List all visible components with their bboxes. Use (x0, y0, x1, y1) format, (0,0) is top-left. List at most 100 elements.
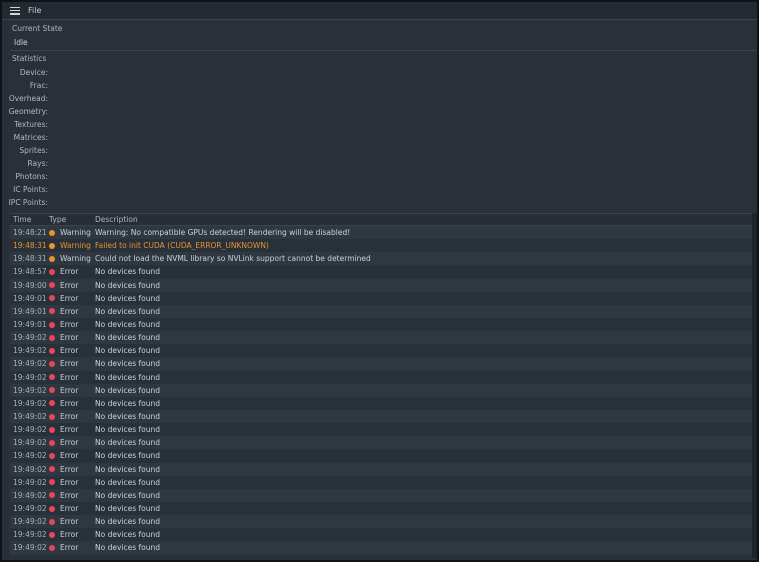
log-row[interactable]: 19:49:02 Error No devices found (10, 449, 757, 463)
error-icon (49, 452, 55, 459)
log-row[interactable]: 19:49:02 Error No devices found (10, 423, 757, 437)
log-row[interactable]: 19:49:01 Error No devices found (10, 317, 757, 332)
hamburger-menu-icon[interactable] (10, 6, 20, 15)
log-description: No devices found (95, 477, 161, 487)
menu-bar: File (2, 2, 757, 20)
current-state-value: Idle (14, 38, 28, 47)
log-type-label: Error (60, 320, 79, 330)
log-description: No devices found (95, 451, 161, 461)
error-icon (49, 321, 55, 328)
log-time: 19:49:02 (13, 425, 47, 435)
log-type: Error (46, 320, 93, 329)
log-row[interactable]: 20:10:24 Error No devices found (10, 554, 757, 558)
log-row[interactable]: 19:49:02 Error No devices found (10, 370, 757, 384)
log-row[interactable]: 19:49:00 Error No devices found (10, 278, 757, 292)
log-time: 19:48:31 (13, 254, 47, 264)
statistics-item-label: Device: (19, 68, 48, 77)
log-row[interactable]: 19:49:02 Error No devices found (10, 528, 757, 542)
log-row[interactable]: 19:48:31 Warning Failed to init CUDA (CUDA… (10, 239, 757, 253)
log-type: Error (46, 517, 93, 526)
statistics-item-label: Overhead: (8, 94, 48, 103)
log-time: 20:10:24 (10, 557, 47, 558)
log-type: Error (46, 399, 93, 408)
log-row[interactable]: 19:48:31 Warning Could not load the NVML l… (10, 252, 757, 266)
log-row[interactable]: 19:49:02 Error No devices found (10, 501, 757, 516)
log-type: Error (46, 557, 93, 558)
log-row[interactable]: 19:49:02 Error No devices found (10, 344, 757, 358)
log-row[interactable]: 19:48:21 Warning Warning: No compatible GP… (10, 226, 757, 240)
log-description: No devices found (95, 359, 161, 369)
log-row[interactable]: 19:49:02 Error No devices found (10, 541, 757, 555)
log-type: Error (46, 294, 93, 303)
header-time[interactable]: Time (10, 215, 46, 224)
log-description: No devices found (95, 530, 161, 540)
log-time: 19:49:02 (13, 385, 47, 395)
log-type-label: Error (60, 490, 79, 500)
warning-icon (49, 255, 55, 262)
log-time: 19:49:02 (13, 412, 47, 422)
log-description: No devices found (95, 425, 161, 435)
log-time: 19:49:01 (13, 293, 47, 303)
log-row[interactable]: 19:49:02 Error No devices found (10, 396, 757, 410)
statistics-item-label: Geometry: (8, 107, 48, 116)
log-description: No devices found (95, 398, 161, 408)
header-type[interactable]: Type (46, 215, 93, 224)
statistics-item-label: Frac: (29, 81, 48, 90)
log-type: Error (46, 307, 93, 316)
log-description: No devices found (95, 280, 161, 290)
error-icon (49, 268, 55, 275)
log-row[interactable]: 19:48:57 Error No devices found (10, 265, 757, 279)
log-type: Error (46, 386, 93, 395)
log-row[interactable]: 19:49:01 Error No devices found (10, 291, 757, 305)
log-time: 19:49:02 (13, 543, 47, 553)
log-type-label: Error (60, 438, 79, 448)
log-description: No devices found (95, 372, 161, 382)
log-type: Error (46, 412, 93, 421)
log-time: 19:49:00 (13, 280, 47, 290)
log-row[interactable]: 19:49:02 Error No devices found (10, 436, 757, 450)
log-type-label: Error (60, 385, 79, 395)
header-description[interactable]: Description (93, 215, 757, 224)
log-description: No devices found (93, 557, 757, 558)
log-row[interactable]: 19:49:02 Error No devices found (10, 409, 757, 424)
log-row[interactable]: 19:49:02 Error No devices found (10, 462, 757, 476)
log-type: Error (46, 491, 93, 500)
log-table: Time Type Description 19:48:21 Warning War… (10, 213, 757, 558)
log-type-label: Error (60, 372, 79, 382)
log-time: 19:49:02 (13, 464, 47, 474)
log-type-label: Error (60, 504, 79, 514)
warning-icon (49, 229, 55, 236)
log-type-label: Error (60, 557, 78, 558)
log-type: Error (46, 281, 93, 290)
log-description: No devices found (95, 320, 161, 330)
log-description: No devices found (95, 517, 161, 527)
log-type-label: Error (60, 306, 79, 316)
log-type-label: Error (60, 451, 79, 461)
log-row[interactable]: 19:49:02 Error No devices found (10, 331, 757, 345)
error-icon (49, 479, 55, 486)
log-type-label: Error (60, 280, 79, 290)
log-row[interactable]: 19:49:02 Error No devices found (10, 357, 757, 371)
log-row[interactable]: 19:49:02 Error No devices found (10, 488, 757, 502)
log-row[interactable]: 19:49:02 Error No devices found (10, 515, 757, 529)
log-description: No devices found (95, 293, 161, 303)
statistics-item-label: Matrices: (13, 133, 48, 142)
log-row[interactable]: 19:49:01 Error No devices found (10, 304, 757, 318)
log-description: No devices found (95, 346, 161, 356)
log-type: Error (46, 425, 93, 434)
log-description: Failed to init CUDA (CUDA_ERROR_UNKNOWN) (95, 241, 269, 251)
log-type: Error (46, 438, 93, 447)
log-type-label: Error (60, 333, 79, 343)
log-time: 19:49:02 (13, 530, 47, 540)
log-description: Warning: No compatible GPUs detected! Re… (95, 228, 351, 238)
statistics-item-label: Photons: (15, 172, 48, 181)
log-scrollbar[interactable] (752, 213, 757, 558)
log-time: 19:49:01 (13, 306, 47, 316)
log-type: Error (46, 373, 93, 382)
file-menu[interactable]: File (28, 6, 41, 15)
log-row[interactable]: 19:49:02 Error No devices found (10, 475, 757, 489)
log-row[interactable]: 19:49:02 Error No devices found (10, 383, 757, 397)
log-type-label: Warning (60, 228, 91, 238)
log-time: 19:49:02 (13, 477, 47, 487)
error-icon (49, 492, 55, 499)
